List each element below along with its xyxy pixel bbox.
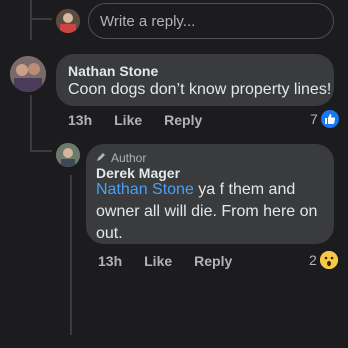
mention-link[interactable]: Nathan Stone	[96, 181, 194, 198]
comment-text: Coon dogs don’t know property lines!	[68, 81, 332, 98]
reaction-summary[interactable]: 7	[310, 110, 339, 128]
commenter-avatar[interactable]	[10, 56, 46, 92]
reply-like-button[interactable]: Like	[144, 253, 172, 269]
thread-line-reply-curve	[30, 150, 52, 152]
reply-actions: 13h Like Reply	[98, 253, 254, 269]
author-badge-label: Author	[111, 151, 147, 165]
wow-icon	[319, 251, 338, 269]
reply-text-line1: ya f them and	[193, 181, 296, 198]
reply-input[interactable]: Write a reply...	[88, 3, 334, 39]
comment-bubble: Nathan Stone Coon dogs don’t know proper…	[56, 54, 334, 106]
reply-text: Nathan Stone ya f them and owner all wil…	[96, 179, 332, 245]
comment-author[interactable]: Nathan Stone	[68, 63, 158, 79]
like-icon	[320, 110, 339, 128]
reply-placeholder: Write a reply...	[100, 12, 196, 30]
author-avatar[interactable]	[56, 143, 80, 167]
thread-line-nested	[70, 175, 72, 335]
pencil-icon	[96, 151, 107, 165]
reply-text-line3: out.	[96, 225, 123, 242]
reply-reply-button[interactable]: Reply	[194, 253, 232, 269]
reply-button[interactable]: Reply	[164, 112, 202, 128]
reply-bubble: Author Derek Mager Nathan Stone ya f the…	[86, 144, 334, 244]
author-badge: Author	[96, 151, 146, 165]
thread-line-top	[30, 0, 32, 40]
thread-line-reply	[30, 95, 32, 150]
comment-actions: 13h Like Reply	[68, 112, 224, 128]
user-avatar[interactable]	[56, 9, 80, 33]
reply-text-line2: owner all will die. From here on	[96, 203, 318, 220]
reply-reaction-summary[interactable]: 2	[309, 251, 338, 269]
like-button[interactable]: Like	[114, 112, 142, 128]
reply-time[interactable]: 13h	[98, 253, 122, 269]
reaction-count: 7	[310, 111, 318, 127]
reply-reaction-count: 2	[309, 252, 317, 268]
comment-time[interactable]: 13h	[68, 112, 92, 128]
thread-line-top-curve	[30, 18, 52, 20]
